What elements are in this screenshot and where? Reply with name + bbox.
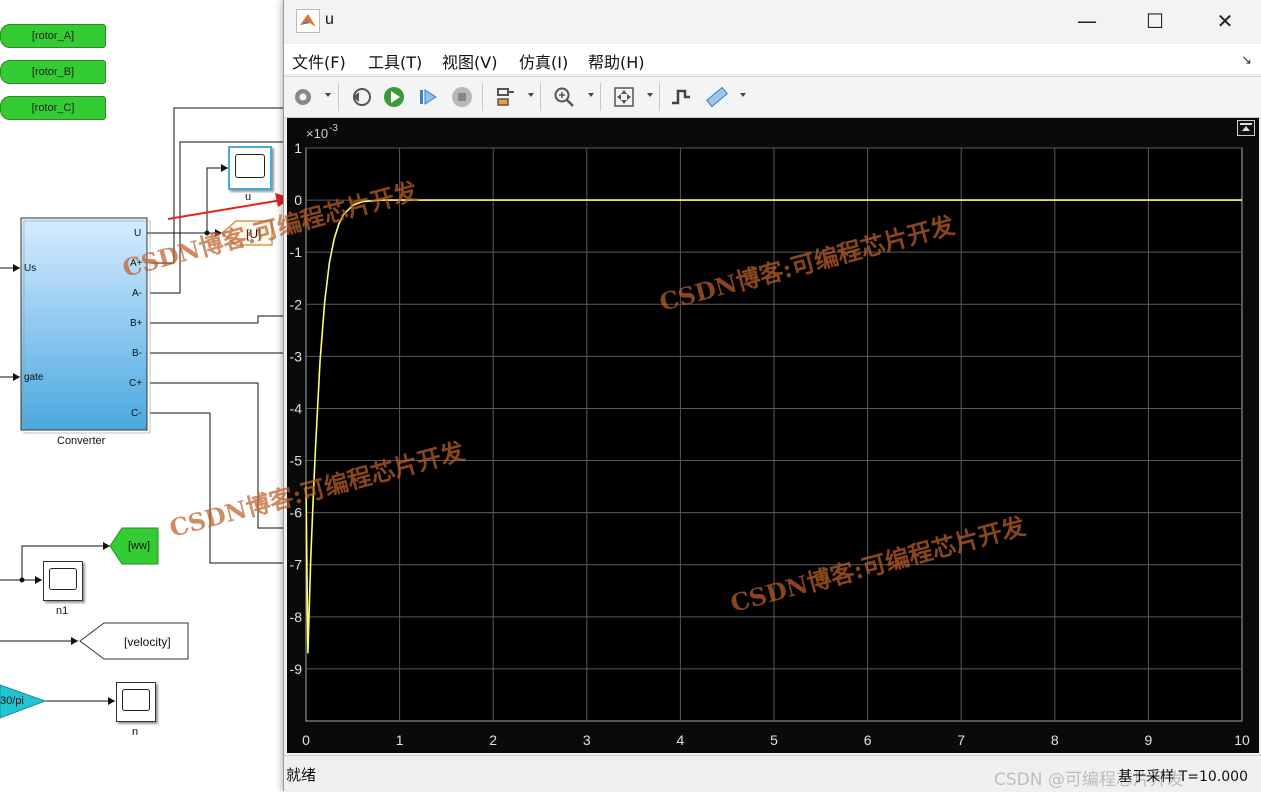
run-icon[interactable] bbox=[380, 83, 408, 111]
menu-help[interactable]: 帮助(H) bbox=[588, 49, 645, 73]
highlight-icon[interactable] bbox=[491, 83, 519, 111]
trigger-icon[interactable] bbox=[667, 83, 695, 111]
status-sample-time: 基于采样 T=10.000 bbox=[1118, 769, 1248, 785]
zoom-icon[interactable] bbox=[550, 83, 578, 111]
undock-axes-icon[interactable] bbox=[1237, 120, 1255, 136]
x-tick-label: 10 bbox=[1234, 732, 1250, 748]
minimize-button[interactable]: — bbox=[1074, 8, 1100, 34]
y-tick-label: -7 bbox=[290, 557, 303, 573]
y-tick-label: -8 bbox=[290, 609, 303, 625]
x-tick-label: 7 bbox=[957, 732, 965, 748]
scope-window[interactable]: u — ☐ ✕ 文件(F) 工具(T) 视图(V) 仿真(I) 帮助(H) ↘ bbox=[283, 0, 1261, 792]
y-tick-label: 1 bbox=[294, 140, 302, 156]
x-tick-label: 3 bbox=[583, 732, 591, 748]
title-bar[interactable]: u — ☐ ✕ bbox=[284, 0, 1261, 42]
y-tick-label: -9 bbox=[290, 661, 303, 677]
fit-to-view-icon[interactable] bbox=[610, 83, 638, 111]
x-tick-label: 4 bbox=[677, 732, 685, 748]
goto-velocity-label: [velocity] bbox=[124, 635, 171, 649]
goto-ww-label: [ww] bbox=[128, 540, 150, 552]
step-forward-icon[interactable] bbox=[414, 83, 442, 111]
settings-gear-icon[interactable] bbox=[289, 83, 317, 111]
menu-file[interactable]: 文件(F) bbox=[292, 49, 346, 73]
converter-port-gate: gate bbox=[24, 372, 44, 383]
x-tick-label: 0 bbox=[302, 732, 310, 748]
scope-plot-area[interactable]: 0 1 2 3 4 5 6 7 8 9 10 1 0 -1 -2 -3 -4 -5 -6 -7 -8 -9 ×10 -3 bbox=[287, 118, 1259, 753]
y-exponent-label: ×10 bbox=[306, 126, 328, 141]
x-tick-label: 6 bbox=[864, 732, 872, 748]
x-tick-label: 2 bbox=[489, 732, 497, 748]
scope-u-block[interactable] bbox=[228, 146, 272, 190]
scope-u-label: u bbox=[245, 191, 252, 203]
menu-view[interactable]: 视图(V) bbox=[442, 49, 497, 73]
toolbar bbox=[284, 76, 1261, 118]
converter-port-a-minus: A- bbox=[132, 288, 142, 299]
maximize-button[interactable]: ☐ bbox=[1142, 8, 1168, 34]
scope-plot[interactable]: 0 1 2 3 4 5 6 7 8 9 1010-1-2-3-4-5-6-7-8-9×10 -3 bbox=[287, 118, 1259, 753]
converter-port-b-plus: B+ bbox=[130, 318, 143, 329]
scope-n-block[interactable] bbox=[116, 682, 156, 722]
stop-icon[interactable] bbox=[448, 83, 476, 111]
close-button[interactable]: ✕ bbox=[1212, 8, 1238, 34]
status-bar: 就绪 CSDN @可编程芯片开发 基于采样 T=10.000 bbox=[284, 755, 1261, 792]
x-tick-label: 1 bbox=[396, 732, 404, 748]
converter-label: Converter bbox=[57, 435, 106, 447]
scope-n1-block[interactable] bbox=[43, 561, 83, 601]
converter-port-c-minus: C- bbox=[131, 408, 142, 419]
gain-label: 30/pi bbox=[0, 695, 24, 707]
menu-simulation[interactable]: 仿真(I) bbox=[519, 49, 568, 73]
menu-bar: 文件(F) 工具(T) 视图(V) 仿真(I) 帮助(H) ↘ bbox=[284, 44, 1261, 74]
goto-rotor-a[interactable]: [rotor_A] bbox=[0, 24, 106, 48]
scope-n-label: n bbox=[132, 726, 139, 738]
x-tick-label: 9 bbox=[1145, 732, 1153, 748]
dock-arrow-icon[interactable]: ↘ bbox=[1241, 52, 1252, 68]
goto-rotor-c[interactable]: [rotor_C] bbox=[0, 96, 106, 120]
x-tick-label: 8 bbox=[1051, 732, 1059, 748]
menu-tools[interactable]: 工具(T) bbox=[368, 49, 422, 73]
y-exponent-power: -3 bbox=[329, 123, 338, 134]
y-tick-label: -3 bbox=[290, 348, 303, 364]
y-tick-label: -2 bbox=[290, 296, 303, 312]
x-tick-label: 5 bbox=[770, 732, 778, 748]
y-tick-label: -1 bbox=[290, 244, 303, 260]
converter-port-u: U bbox=[134, 228, 142, 239]
measure-icon[interactable] bbox=[703, 83, 731, 111]
scope-n1-label: n1 bbox=[56, 605, 69, 617]
status-ready: 就绪 bbox=[286, 766, 317, 784]
y-tick-label: -5 bbox=[290, 453, 303, 469]
converter-port-b-minus: B- bbox=[132, 348, 142, 359]
matlab-icon bbox=[296, 9, 320, 33]
converter-port-us: Us bbox=[24, 263, 37, 274]
y-tick-label: -4 bbox=[290, 400, 303, 416]
goto-rotor-b[interactable]: [rotor_B] bbox=[0, 60, 106, 84]
window-title: u bbox=[325, 11, 334, 28]
step-back-icon[interactable] bbox=[347, 83, 375, 111]
converter-port-c-plus: C+ bbox=[129, 378, 143, 389]
